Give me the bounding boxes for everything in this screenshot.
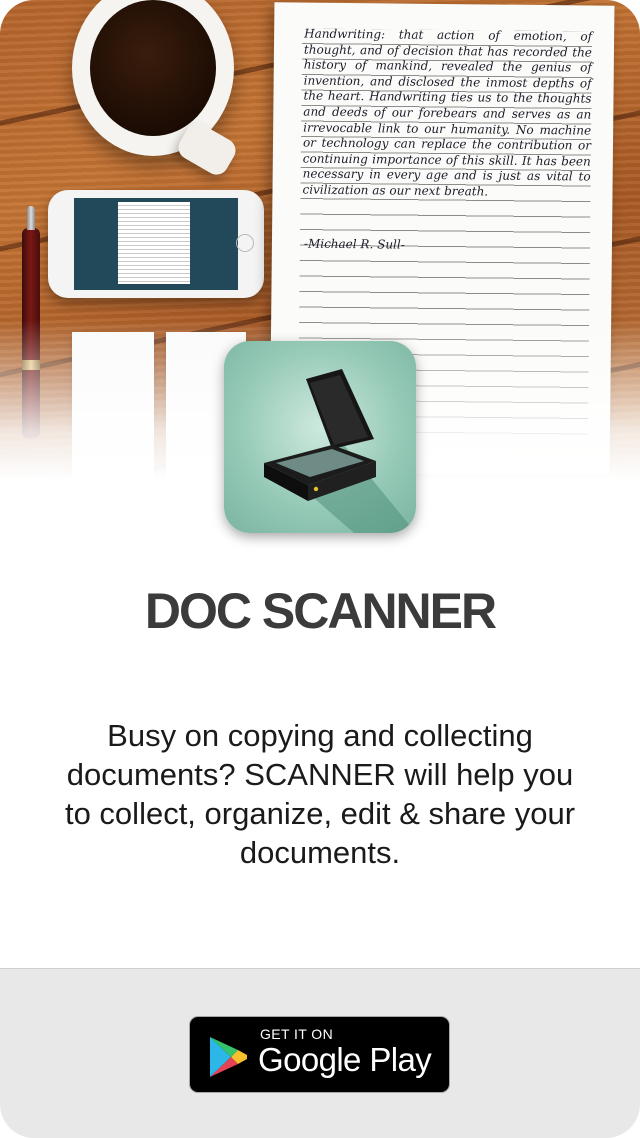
flatbed-scanner-icon <box>224 341 416 533</box>
footer-bar: GET IT ON Google Play <box>0 968 640 1138</box>
phone-screen <box>74 198 238 290</box>
phone-document-preview <box>118 202 190 284</box>
handwritten-text: Handwriting: that action of emotion, of … <box>302 26 593 199</box>
app-description: Busy on copying and collecting documents… <box>64 718 576 870</box>
smartphone <box>48 190 264 298</box>
phone-home-button <box>236 234 254 252</box>
badge-store-name: Google Play <box>258 1041 432 1078</box>
coffee <box>90 0 216 136</box>
google-play-badge[interactable]: GET IT ON Google Play <box>189 1016 450 1093</box>
google-play-icon <box>210 1037 247 1077</box>
app-title: DOC SCANNER <box>144 583 497 639</box>
handwritten-signature: -Michael R. Sull- <box>303 236 405 252</box>
promo-card: Handwriting: that action of emotion, of … <box>0 0 640 1138</box>
badge-small-text: GET IT ON <box>260 1026 334 1042</box>
pen-tip <box>27 206 35 230</box>
